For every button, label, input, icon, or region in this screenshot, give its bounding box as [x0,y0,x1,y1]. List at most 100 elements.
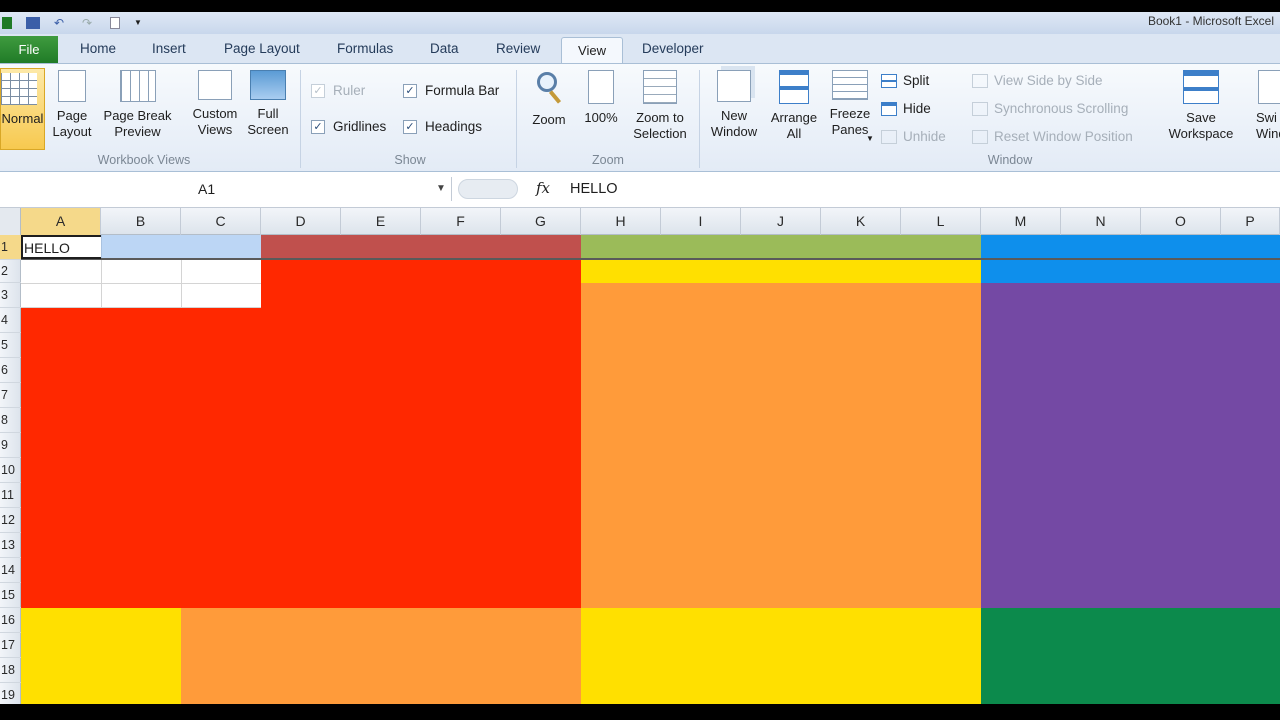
column-header-k[interactable]: K [821,208,901,235]
tab-insert[interactable]: Insert [152,41,186,56]
column-header-d[interactable]: D [261,208,341,235]
unhide-button[interactable]: Unhide [881,129,946,144]
customize-qat-dropdown-icon[interactable]: ▼ [134,17,148,29]
normal-view-button[interactable]: Normal [0,68,45,150]
tab-file[interactable]: File [0,36,58,64]
full-screen-button[interactable]: Full Screen [246,70,290,138]
row-header-4[interactable]: 4 [0,308,21,333]
column-header-l[interactable]: L [901,208,981,235]
column-header-o[interactable]: O [1141,208,1221,235]
fill-b1-c1-light-blue[interactable] [101,235,261,260]
headings-checkbox[interactable]: ✓ Headings [403,119,482,134]
save-workspace-button[interactable]: Save Workspace [1162,70,1240,142]
redo-icon[interactable]: ↷ [82,17,96,29]
name-box-dropdown-icon[interactable]: ▼ [436,183,446,194]
row-header-9[interactable]: 9 [0,433,21,458]
row-header-5[interactable]: 5 [0,333,21,358]
zoom-to-selection-button[interactable]: Zoom to Selection [627,70,693,142]
ruler-checkbox[interactable]: ✓ Ruler [311,83,365,98]
name-box[interactable]: A1 ▼ [0,177,452,201]
column-header-p[interactable]: P [1221,208,1280,235]
column-header-h[interactable]: H [581,208,661,235]
column-header-f[interactable]: F [421,208,501,235]
row-header-12[interactable]: 12 [0,508,21,533]
row-header-8[interactable]: 8 [0,408,21,433]
column-header-b[interactable]: B [101,208,181,235]
row-header-18[interactable]: 18 [0,658,21,683]
custom-views-button[interactable]: Custom Views [190,70,240,138]
column-header-c[interactable]: C [181,208,261,235]
page-break-preview-button[interactable]: Page Break Preview [100,70,175,140]
arrange-all-button[interactable]: Arrange All [766,70,822,142]
row-header-2[interactable]: 2 [0,260,21,283]
insert-function-icon[interactable]: fx [536,179,550,197]
row-header-7[interactable]: 7 [0,383,21,408]
new-window-button[interactable]: New Window [703,70,765,140]
row-header-11[interactable]: 11 [0,483,21,508]
row-header-17[interactable]: 17 [0,633,21,658]
tab-review[interactable]: Review [496,41,540,56]
fill-h3-l15-orange[interactable] [581,283,981,608]
row-header-19[interactable]: 19 [0,683,21,704]
split-label: Split [903,73,930,88]
tab-view[interactable]: View [561,37,623,65]
formula-input[interactable]: HELLO [570,181,618,197]
select-all-corner[interactable] [0,208,21,235]
cell-a1[interactable]: HELLO [21,235,101,259]
column-header-m[interactable]: M [981,208,1061,235]
fill-d1-g1-dull-red[interactable] [261,235,581,260]
new-file-icon[interactable] [110,17,120,29]
zoom-100-label: 100% [584,110,618,125]
undo-icon[interactable]: ↶ [54,17,68,29]
tab-developer[interactable]: Developer [642,41,704,56]
hide-button[interactable]: Hide [881,101,931,116]
freeze-panes-button[interactable]: Freeze Panes [824,70,876,138]
split-button[interactable]: Split [881,73,929,88]
view-side-by-side-button[interactable]: View Side by Side [972,73,1103,88]
freeze-panes-dropdown-icon[interactable]: ▼ [866,134,874,143]
worksheet-grid[interactable]: HELLO A B C D E F G H I J K L M N O P 1 … [0,208,1280,704]
row-headers: 1 2 3 4 5 6 7 8 9 10 11 12 13 14 15 16 1… [0,235,21,704]
column-header-a[interactable]: A [21,208,101,235]
column-header-g[interactable]: G [501,208,581,235]
formula-bar-resize-handle[interactable] [458,179,518,199]
row-header-16[interactable]: 16 [0,608,21,633]
gridlines-checkbox[interactable]: ✓ Gridlines [311,119,386,134]
row-header-1[interactable]: 1 [0,235,21,260]
row-header-10[interactable]: 10 [0,458,21,483]
fill-m3-p15-purple[interactable] [981,283,1280,608]
row-header-3[interactable]: 3 [0,283,21,308]
row-header-15[interactable]: 15 [0,583,21,608]
page-layout-view-button[interactable]: Page Layout [50,70,94,140]
tab-data[interactable]: Data [430,41,459,56]
zoom-100-button[interactable]: 100% [580,70,622,126]
synchronous-scrolling-button[interactable]: Synchronous Scrolling [972,101,1128,116]
save-icon[interactable] [26,17,40,29]
row-header-6[interactable]: 6 [0,358,21,383]
formula-bar-checkbox[interactable]: ✓ Formula Bar [403,83,499,98]
row-header-13[interactable]: 13 [0,533,21,558]
switch-windows-button[interactable]: Swi Wind [1244,70,1280,142]
fill-m16-p19-green[interactable] [981,608,1280,704]
column-header-j[interactable]: J [741,208,821,235]
tab-page-layout[interactable]: Page Layout [224,41,300,56]
zoom-button[interactable]: Zoom [527,70,571,128]
tab-formulas[interactable]: Formulas [337,41,393,56]
reset-window-position-button[interactable]: Reset Window Position [972,129,1133,144]
fill-m2-p2-bright-blue[interactable] [981,260,1280,283]
fill-h16-l19-yellow[interactable] [581,608,981,704]
fill-a16-b19-yellow[interactable] [21,608,181,704]
fill-m1-p1-bright-blue[interactable] [981,235,1280,260]
fill-h1-l1-olive-green[interactable] [581,235,981,260]
tab-home[interactable]: Home [80,41,116,56]
fill-c16-g19-orange[interactable] [181,608,581,704]
column-header-n[interactable]: N [1061,208,1141,235]
row-header-14[interactable]: 14 [0,558,21,583]
fill-d2-g15-red[interactable] [261,260,581,608]
fill-h2-l2-yellow[interactable] [581,260,981,283]
column-header-i[interactable]: I [661,208,741,235]
gridline [21,283,261,284]
fill-a4-c15-red[interactable] [21,308,261,608]
excel-app-icon[interactable] [2,17,12,29]
column-header-e[interactable]: E [341,208,421,235]
